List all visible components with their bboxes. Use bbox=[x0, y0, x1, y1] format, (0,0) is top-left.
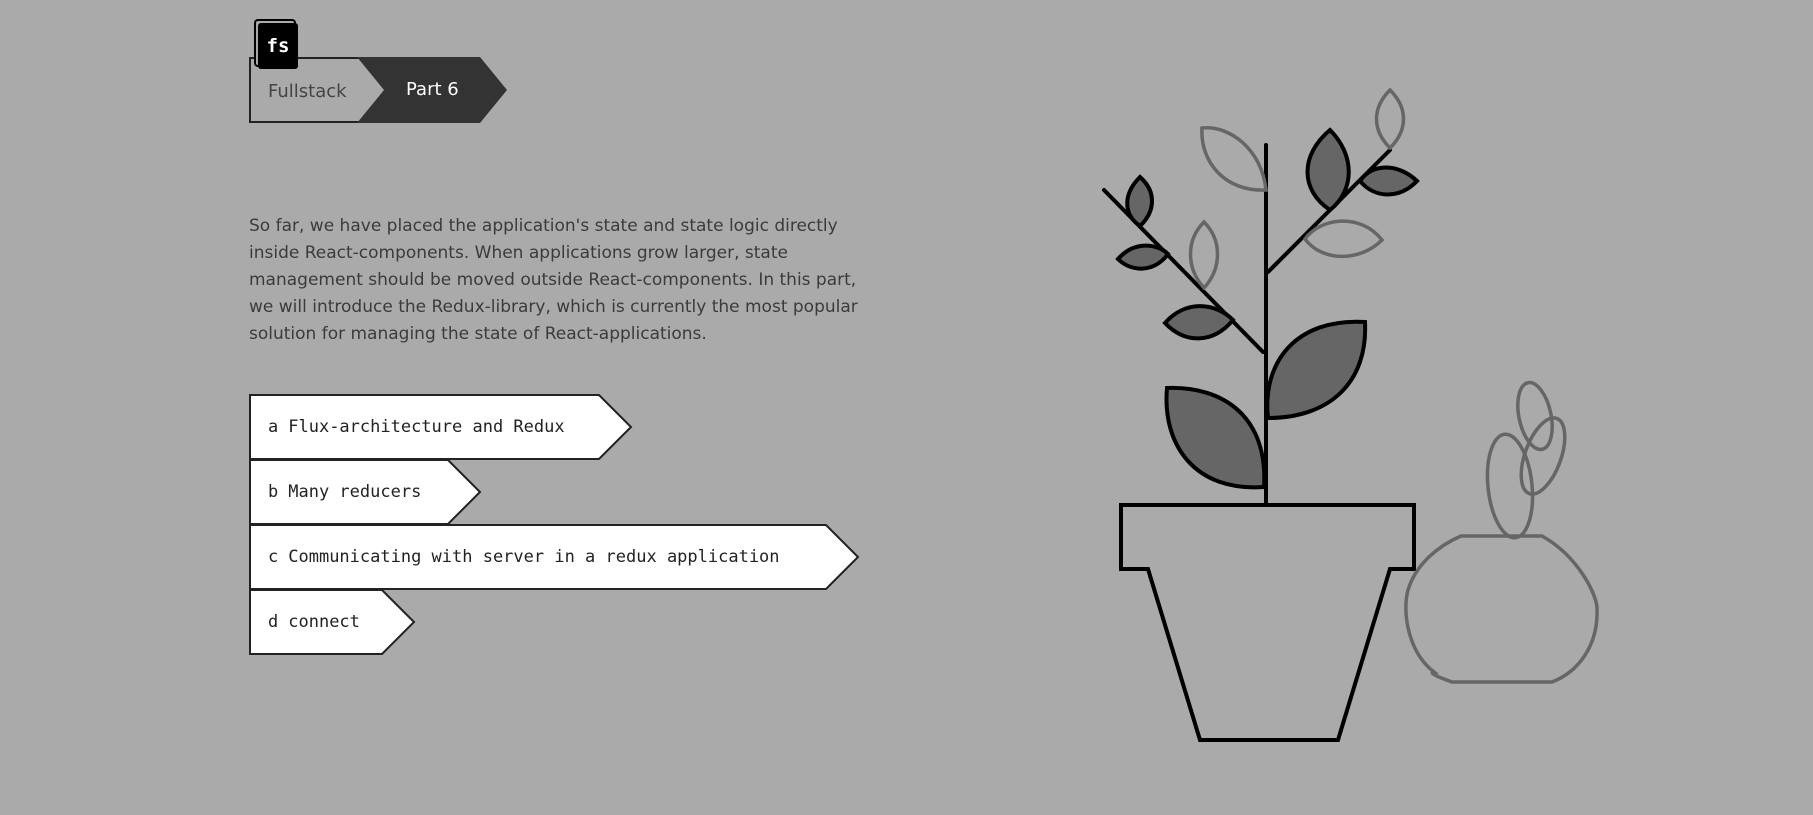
fs-logo[interactable]: fs bbox=[258, 23, 298, 69]
toc-letter: c bbox=[268, 547, 279, 567]
toc-letter: d bbox=[268, 612, 279, 632]
plant-illustration bbox=[1102, 87, 1599, 742]
small-pot-with-cactus bbox=[1404, 380, 1599, 684]
toc-title: connect bbox=[288, 612, 360, 632]
breadcrumb-part-label: Part 6 bbox=[406, 79, 459, 100]
toc-title: Many reducers bbox=[288, 482, 422, 502]
toc-title: Flux-architecture and Redux bbox=[288, 417, 565, 437]
toc-title: Communicating with server in a redux app… bbox=[288, 547, 780, 567]
breadcrumb-fullstack-label: Fullstack bbox=[268, 81, 347, 102]
toc-letter: b bbox=[268, 482, 279, 502]
part-intro-text: So far, we have placed the application's… bbox=[249, 216, 858, 344]
big-pot bbox=[1119, 503, 1416, 742]
toc-letter: a bbox=[268, 417, 279, 437]
